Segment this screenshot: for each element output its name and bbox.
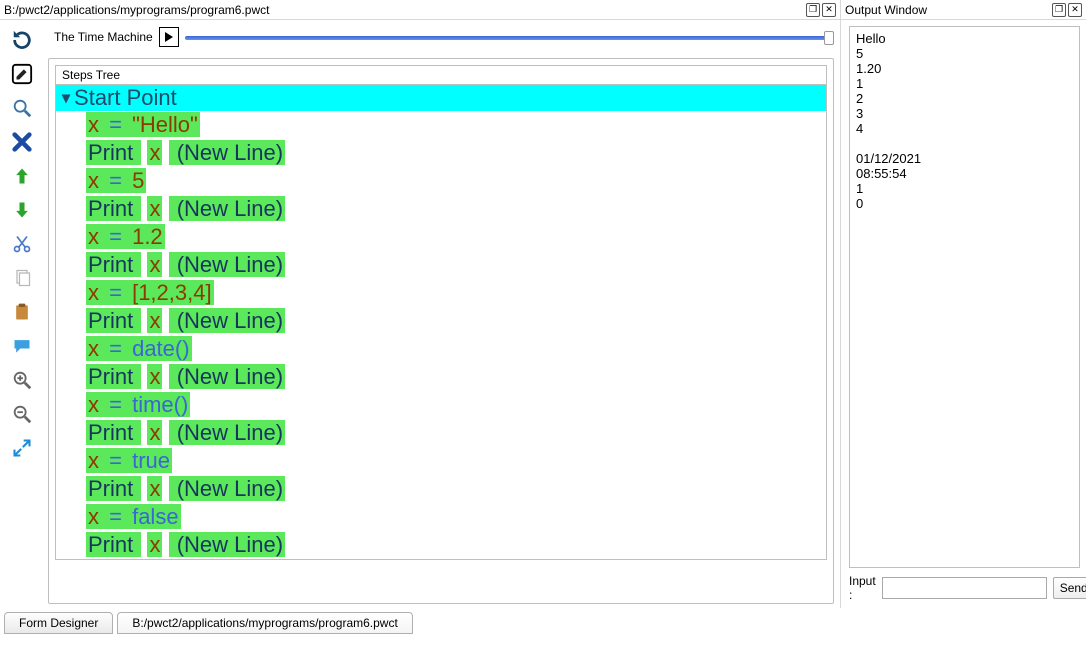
refresh-icon[interactable]	[10, 28, 34, 52]
expand-icon[interactable]	[10, 436, 34, 460]
step-row[interactable]: Print x (New Line)	[86, 195, 826, 223]
send-button[interactable]: Send	[1053, 577, 1086, 599]
step-row[interactable]: Print x (New Line)	[86, 251, 826, 279]
start-point-row[interactable]: ▾ Start Point	[56, 85, 826, 111]
main-titlebar: B:/pwct2/applications/myprograms/program…	[0, 0, 840, 19]
output-title: Output Window	[845, 3, 927, 17]
arrow-up-icon[interactable]	[10, 164, 34, 188]
step-row[interactable]: x = false	[86, 503, 826, 531]
step-row[interactable]: Print x (New Line)	[86, 139, 826, 167]
time-machine-label: The Time Machine	[48, 30, 153, 44]
step-row[interactable]: Print x (New Line)	[86, 531, 826, 559]
output-close-button[interactable]: ✕	[1068, 3, 1082, 17]
paste-icon[interactable]	[10, 300, 34, 324]
zoom-out-icon[interactable]	[10, 402, 34, 426]
step-row[interactable]: x = 5	[86, 167, 826, 195]
steps-tree[interactable]: ▾ Start Point x = "Hello"Print x (New Li…	[55, 85, 827, 560]
cut-icon[interactable]	[10, 232, 34, 256]
copy-icon[interactable]	[10, 266, 34, 290]
time-machine-bar: The Time Machine	[48, 24, 834, 50]
input-field[interactable]	[882, 577, 1047, 599]
tab-form-designer[interactable]: Form Designer	[4, 612, 113, 634]
main-restore-button[interactable]: ❐	[806, 3, 820, 17]
output-text[interactable]: Hello 5 1.20 1 2 3 4 01/12/2021 08:55:54…	[849, 26, 1080, 568]
play-button[interactable]	[159, 27, 179, 47]
step-row[interactable]: Print x (New Line)	[86, 419, 826, 447]
zoom-icon[interactable]	[10, 96, 34, 120]
step-row[interactable]: Print x (New Line)	[86, 307, 826, 335]
output-restore-button[interactable]: ❐	[1052, 3, 1066, 17]
collapse-icon[interactable]: ▾	[62, 88, 70, 108]
step-row[interactable]: x = [1,2,3,4]	[86, 279, 826, 307]
time-machine-slider[interactable]	[185, 29, 834, 45]
main-close-button[interactable]: ✕	[822, 3, 836, 17]
main-title: B:/pwct2/applications/myprograms/program…	[4, 3, 269, 17]
steps-tree-header: Steps Tree	[55, 65, 827, 85]
step-row[interactable]: Print x (New Line)	[86, 475, 826, 503]
step-row[interactable]: x = "Hello"	[86, 111, 826, 139]
arrow-down-icon[interactable]	[10, 198, 34, 222]
delete-x-icon[interactable]	[10, 130, 34, 154]
output-titlebar: Output Window ❐ ✕	[840, 0, 1086, 19]
start-point-label: Start Point	[74, 85, 177, 111]
step-row[interactable]: x = date()	[86, 335, 826, 363]
zoom-in-icon[interactable]	[10, 368, 34, 392]
tab-file[interactable]: B:/pwct2/applications/myprograms/program…	[117, 612, 412, 634]
edit-icon[interactable]	[10, 62, 34, 86]
input-row: Input : Send	[849, 574, 1080, 602]
step-row[interactable]: x = true	[86, 447, 826, 475]
comment-icon[interactable]	[10, 334, 34, 358]
step-row[interactable]: x = 1.2	[86, 223, 826, 251]
left-toolbar	[0, 20, 44, 608]
step-row[interactable]: x = time()	[86, 391, 826, 419]
editor-frame: Steps Tree ▾ Start Point x = "Hello"Prin…	[48, 58, 834, 604]
input-label: Input :	[849, 574, 876, 602]
bottom-tab-bar: Form Designer B:/pwct2/applications/mypr…	[0, 608, 1086, 634]
step-row[interactable]: Print x (New Line)	[86, 363, 826, 391]
